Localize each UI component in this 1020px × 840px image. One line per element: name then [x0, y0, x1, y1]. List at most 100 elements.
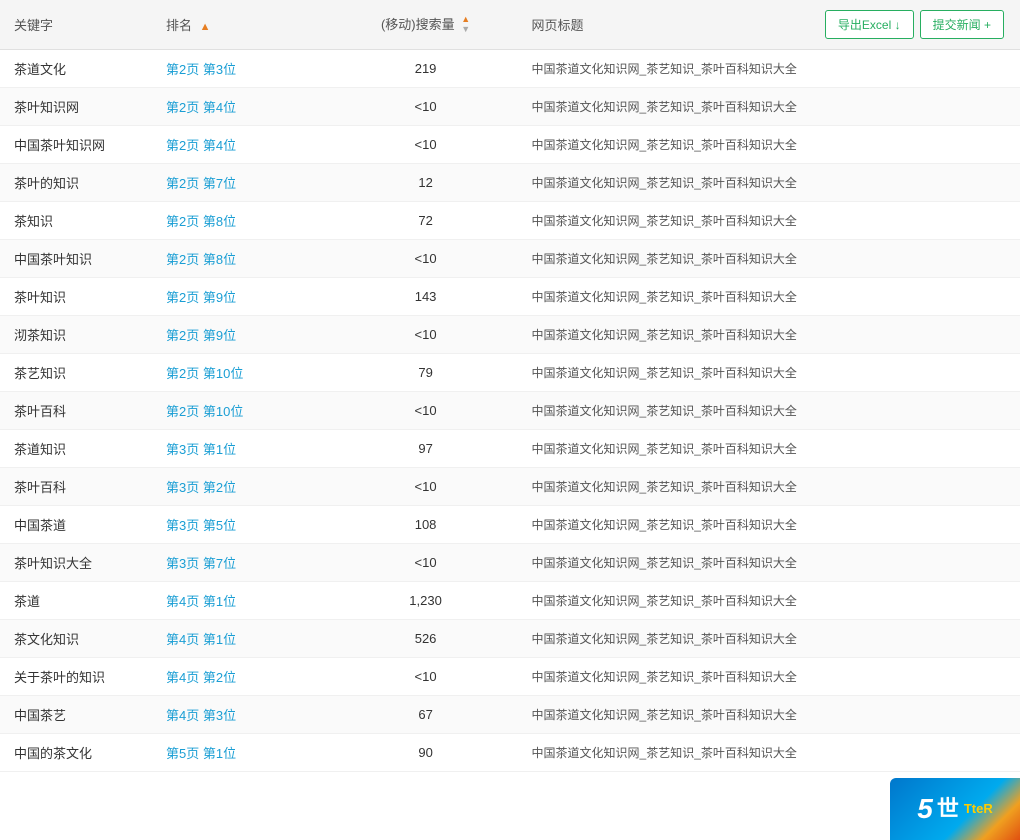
- rank-link[interactable]: 第2页 第10位: [166, 404, 243, 419]
- keyword-cell: 茶叶百科: [0, 392, 152, 430]
- keyword-cell: 茶道: [0, 582, 152, 620]
- search-vol-cell: <10: [334, 544, 518, 582]
- search-vol-cell: <10: [334, 468, 518, 506]
- actions-cell: [811, 240, 1020, 278]
- rank-link[interactable]: 第2页 第9位: [166, 290, 236, 305]
- rank-link[interactable]: 第4页 第3位: [166, 708, 236, 723]
- page-title-cell: 中国茶道文化知识网_茶艺知识_茶叶百科知识大全: [518, 544, 811, 582]
- submit-news-button[interactable]: 提交新闻 +: [920, 10, 1004, 39]
- rank-label: 排名: [166, 18, 192, 33]
- logo-badge: 5 世 TteR: [890, 778, 1020, 840]
- page-title-cell: 中国茶道文化知识网_茶艺知识_茶叶百科知识大全: [518, 202, 811, 240]
- rank-link[interactable]: 第2页 第4位: [166, 100, 236, 115]
- rank-link[interactable]: 第3页 第1位: [166, 442, 236, 457]
- rank-cell: 第2页 第8位: [152, 202, 334, 240]
- search-vol-cell: <10: [334, 126, 518, 164]
- page-title-cell: 中国茶道文化知识网_茶艺知识_茶叶百科知识大全: [518, 50, 811, 88]
- rank-link[interactable]: 第2页 第3位: [166, 62, 236, 77]
- export-excel-button[interactable]: 导出Excel ↓: [825, 10, 914, 39]
- rank-cell: 第4页 第2位: [152, 658, 334, 696]
- rank-link[interactable]: 第3页 第7位: [166, 556, 236, 571]
- logo-sub: TteR: [964, 801, 993, 817]
- search-vol-cell: 67: [334, 696, 518, 734]
- table-row: 茶艺知识 第2页 第10位 79 中国茶道文化知识网_茶艺知识_茶叶百科知识大全: [0, 354, 1020, 392]
- actions-cell: [811, 354, 1020, 392]
- rank-link[interactable]: 第4页 第1位: [166, 632, 236, 647]
- page-title-cell: 中国茶道文化知识网_茶艺知识_茶叶百科知识大全: [518, 316, 811, 354]
- search-vol-cell: 108: [334, 506, 518, 544]
- rank-cell: 第5页 第1位: [152, 734, 334, 772]
- logo-text: 世: [937, 797, 960, 821]
- table-row: 茶文化知识 第4页 第1位 526 中国茶道文化知识网_茶艺知识_茶叶百科知识大…: [0, 620, 1020, 658]
- search-vol-cell: 143: [334, 278, 518, 316]
- rank-link[interactable]: 第2页 第7位: [166, 176, 236, 191]
- submit-icon: +: [984, 18, 991, 32]
- actions-cell: [811, 164, 1020, 202]
- table-row: 茶知识 第2页 第8位 72 中国茶道文化知识网_茶艺知识_茶叶百科知识大全: [0, 202, 1020, 240]
- rank-link[interactable]: 第2页 第4位: [166, 138, 236, 153]
- actions-cell: [811, 506, 1020, 544]
- rank-link[interactable]: 第2页 第8位: [166, 252, 236, 267]
- table-row: 茶叶的知识 第2页 第7位 12 中国茶道文化知识网_茶艺知识_茶叶百科知识大全: [0, 164, 1020, 202]
- page-title-cell: 中国茶道文化知识网_茶艺知识_茶叶百科知识大全: [518, 88, 811, 126]
- sort-asc-icon[interactable]: ▲: [200, 21, 211, 33]
- page-title-label: 网页标题: [532, 18, 584, 33]
- col-header-actions: 导出Excel ↓ 提交新闻 +: [811, 0, 1020, 50]
- sort-arrows-search[interactable]: ▲ ▼: [461, 15, 470, 35]
- table-row: 中国茶道 第3页 第5位 108 中国茶道文化知识网_茶艺知识_茶叶百科知识大全: [0, 506, 1020, 544]
- main-container: 关键字 排名 ▲ (移动)搜索量 ▲ ▼ 网页标题: [0, 0, 1020, 772]
- rank-link[interactable]: 第4页 第1位: [166, 594, 236, 609]
- rank-cell: 第2页 第7位: [152, 164, 334, 202]
- rank-cell: 第3页 第7位: [152, 544, 334, 582]
- rank-link[interactable]: 第4页 第2位: [166, 670, 236, 685]
- actions-cell: [811, 544, 1020, 582]
- action-buttons: 导出Excel ↓ 提交新闻 +: [825, 10, 1004, 39]
- actions-cell: [811, 50, 1020, 88]
- page-title-cell: 中国茶道文化知识网_茶艺知识_茶叶百科知识大全: [518, 430, 811, 468]
- logo-number: 5: [917, 793, 933, 825]
- table-row: 茶叶知识 第2页 第9位 143 中国茶道文化知识网_茶艺知识_茶叶百科知识大全: [0, 278, 1020, 316]
- page-title-cell: 中国茶道文化知识网_茶艺知识_茶叶百科知识大全: [518, 240, 811, 278]
- keyword-cell: 茶叶百科: [0, 468, 152, 506]
- rank-link[interactable]: 第2页 第8位: [166, 214, 236, 229]
- rank-link[interactable]: 第2页 第9位: [166, 328, 236, 343]
- keyword-cell: 茶道文化: [0, 50, 152, 88]
- search-vol-cell: <10: [334, 392, 518, 430]
- actions-cell: [811, 278, 1020, 316]
- table-row: 中国茶艺 第4页 第3位 67 中国茶道文化知识网_茶艺知识_茶叶百科知识大全: [0, 696, 1020, 734]
- table-row: 茶叶知识大全 第3页 第7位 <10 中国茶道文化知识网_茶艺知识_茶叶百科知识…: [0, 544, 1020, 582]
- rank-cell: 第2页 第3位: [152, 50, 334, 88]
- search-vol-cell: <10: [334, 240, 518, 278]
- table-row: 茶叶百科 第3页 第2位 <10 中国茶道文化知识网_茶艺知识_茶叶百科知识大全: [0, 468, 1020, 506]
- col-header-rank: 排名 ▲: [152, 0, 334, 50]
- search-vol-cell: 12: [334, 164, 518, 202]
- rank-cell: 第2页 第8位: [152, 240, 334, 278]
- rank-cell: 第2页 第4位: [152, 88, 334, 126]
- keyword-cell: 茶知识: [0, 202, 152, 240]
- rank-link[interactable]: 第5页 第1位: [166, 746, 236, 761]
- page-title-cell: 中国茶道文化知识网_茶艺知识_茶叶百科知识大全: [518, 658, 811, 696]
- table-row: 中国茶叶知识 第2页 第8位 <10 中国茶道文化知识网_茶艺知识_茶叶百科知识…: [0, 240, 1020, 278]
- rank-cell: 第4页 第1位: [152, 582, 334, 620]
- page-title-cell: 中国茶道文化知识网_茶艺知识_茶叶百科知识大全: [518, 734, 811, 772]
- keyword-cell: 茶道知识: [0, 430, 152, 468]
- table-row: 茶道 第4页 第1位 1,230 中国茶道文化知识网_茶艺知识_茶叶百科知识大全: [0, 582, 1020, 620]
- col-header-search-vol: (移动)搜索量 ▲ ▼: [334, 0, 518, 50]
- page-title-cell: 中国茶道文化知识网_茶艺知识_茶叶百科知识大全: [518, 354, 811, 392]
- actions-cell: [811, 734, 1020, 772]
- table-row: 沏茶知识 第2页 第9位 <10 中国茶道文化知识网_茶艺知识_茶叶百科知识大全: [0, 316, 1020, 354]
- table-row: 茶道知识 第3页 第1位 97 中国茶道文化知识网_茶艺知识_茶叶百科知识大全: [0, 430, 1020, 468]
- table-row: 茶叶百科 第2页 第10位 <10 中国茶道文化知识网_茶艺知识_茶叶百科知识大…: [0, 392, 1020, 430]
- actions-cell: [811, 126, 1020, 164]
- rank-link[interactable]: 第3页 第2位: [166, 480, 236, 495]
- rank-link[interactable]: 第2页 第10位: [166, 366, 243, 381]
- page-title-cell: 中国茶道文化知识网_茶艺知识_茶叶百科知识大全: [518, 126, 811, 164]
- actions-cell: [811, 316, 1020, 354]
- page-title-cell: 中国茶道文化知识网_茶艺知识_茶叶百科知识大全: [518, 164, 811, 202]
- page-title-cell: 中国茶道文化知识网_茶艺知识_茶叶百科知识大全: [518, 696, 811, 734]
- rank-link[interactable]: 第3页 第5位: [166, 518, 236, 533]
- page-title-cell: 中国茶道文化知识网_茶艺知识_茶叶百科知识大全: [518, 506, 811, 544]
- actions-cell: [811, 392, 1020, 430]
- rank-cell: 第3页 第2位: [152, 468, 334, 506]
- keyword-cell: 中国茶艺: [0, 696, 152, 734]
